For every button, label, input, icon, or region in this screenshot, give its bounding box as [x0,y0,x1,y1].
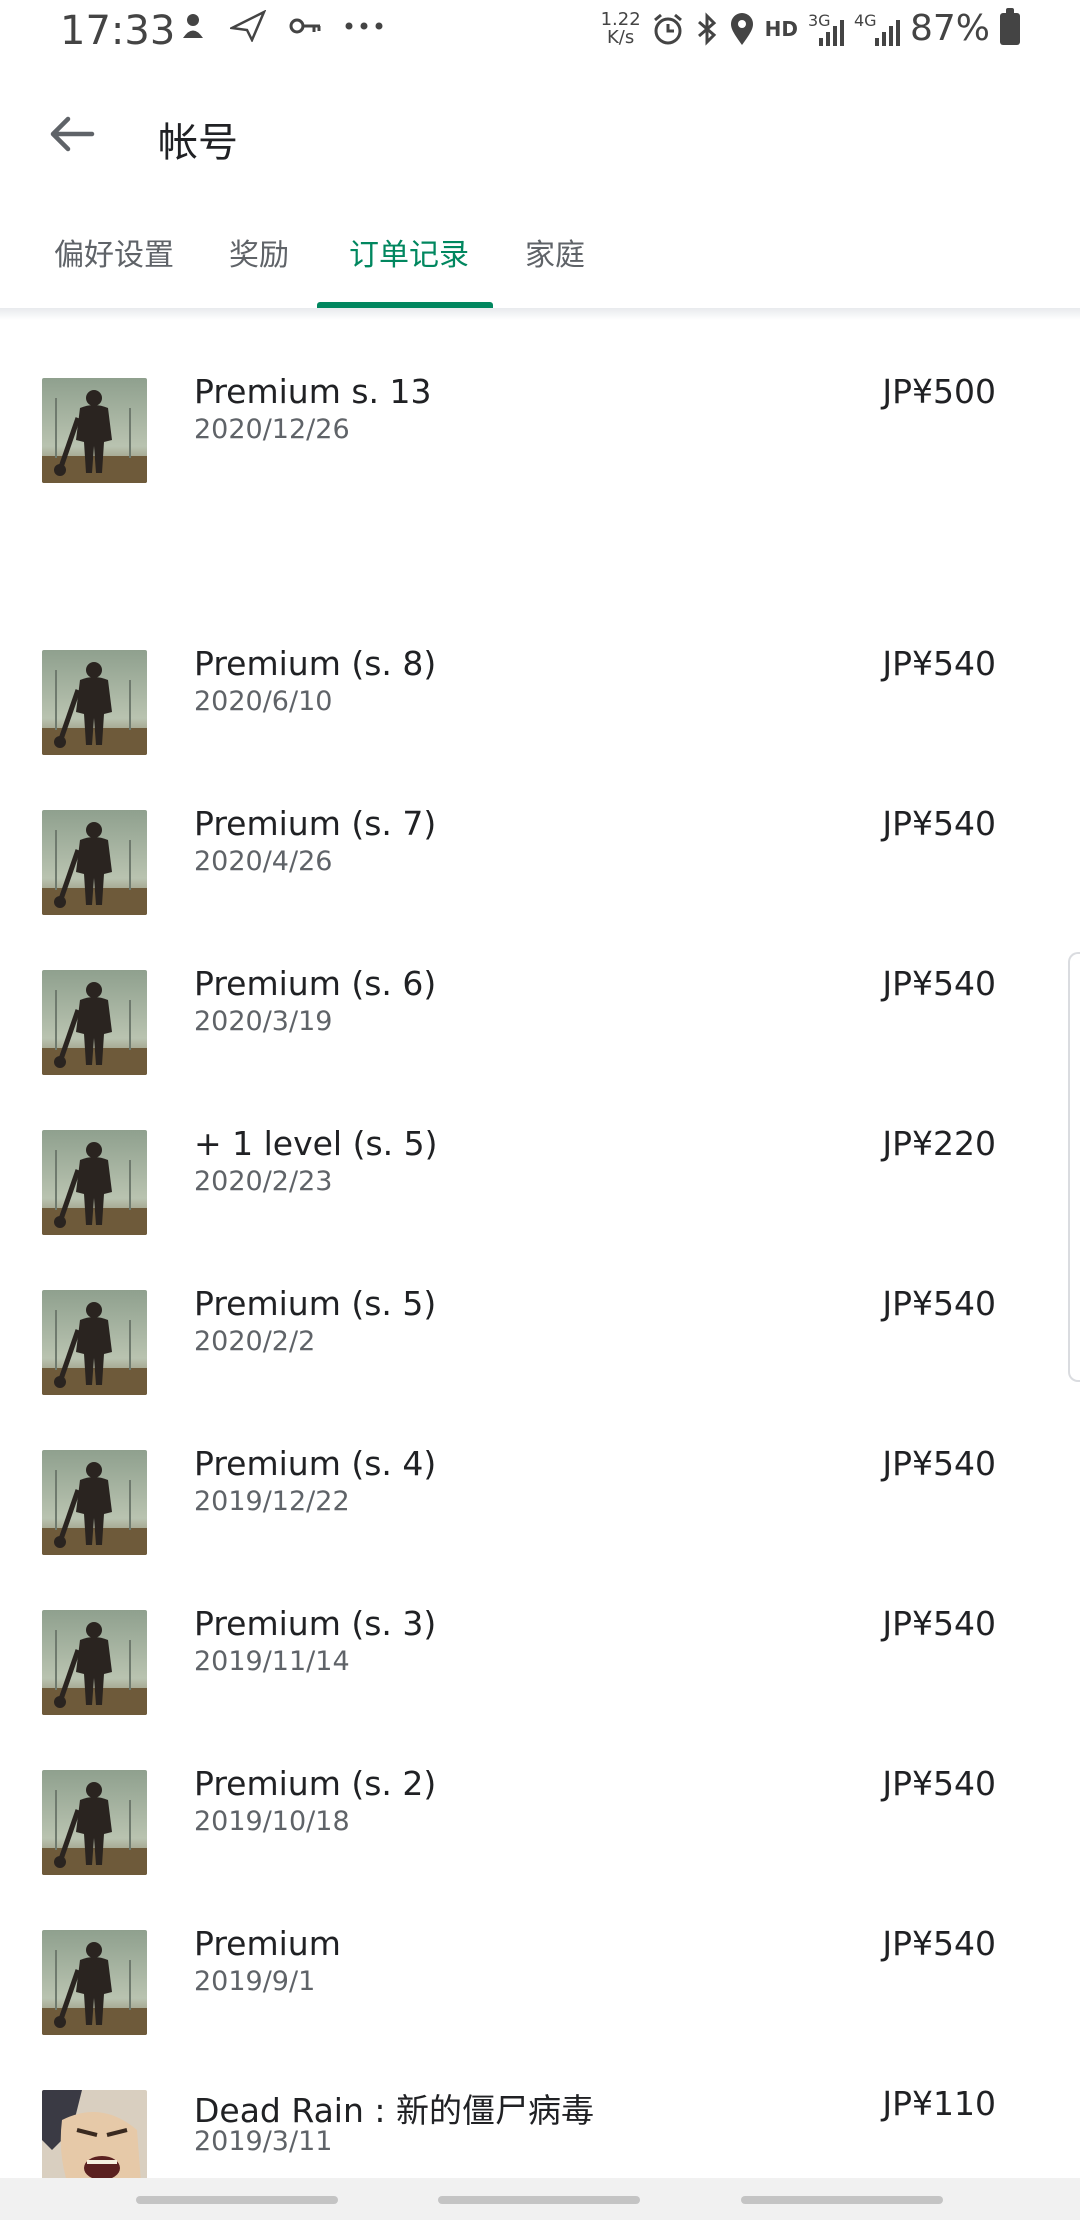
status-bar: 17:33 1.22 K/s HD 3G 4G 87% [0,0,1080,64]
location-icon [730,12,753,45]
order-date: 2019/10/18 [194,1806,350,1837]
signal-4g: 4G [854,11,900,46]
order-price: JP¥540 [882,1924,996,1963]
order-date: 2019/9/1 [194,1966,316,1997]
hd-indicator: HD [764,16,798,41]
order-row[interactable]: Premium (s. 3) 2019/11/14 JP¥540 [0,1594,1080,1734]
order-row[interactable]: Premium (s. 5) 2020/2/2 JP¥540 [0,1274,1080,1414]
battery-percent: 87% [909,8,990,49]
navigation-bar [0,2178,1080,2220]
app-bar: 帐号 [0,80,1080,190]
nav-back-button[interactable] [741,2196,943,2204]
order-row[interactable]: Premium (s. 4) 2019/12/22 JP¥540 [0,1434,1080,1574]
signal-3g: 3G [808,11,844,46]
order-item-name: Premium (s. 4) [194,1444,437,1483]
order-date: 2020/6/10 [194,686,333,717]
order-item-name: Premium (s. 8) [194,644,437,683]
status-time: 17:33 [60,8,176,54]
order-item-name: Premium (s. 3) [194,1604,437,1643]
order-price: JP¥110 [882,2084,996,2123]
order-date: 2019/3/11 [194,2126,333,2157]
order-row[interactable]: Premium 2019/9/1 JP¥540 [0,1914,1080,2054]
arrow-back-icon[interactable] [40,102,104,166]
key-icon [289,18,321,34]
game-app-icon [42,810,147,915]
order-row[interactable]: Premium (s. 6) 2020/3/19 JP¥540 [0,954,1080,1094]
game-app-icon [42,1770,147,1875]
page-title: 帐号 [158,120,238,166]
order-row[interactable]: Premium (s. 7) 2020/4/26 JP¥540 [0,794,1080,934]
nav-recent-button[interactable] [136,2196,338,2204]
order-price: JP¥540 [882,1444,996,1483]
order-date: 2020/12/26 [194,414,350,445]
order-date: 2020/3/19 [194,1006,333,1037]
game-icon [183,14,203,38]
order-item-name: Premium (s. 2) [194,1764,437,1803]
scroll-indicator[interactable] [1068,952,1080,1382]
notification-icons [178,10,384,42]
tab-order-history[interactable]: 订单记录 [349,230,469,274]
game-app-icon [42,1610,147,1715]
nav-home-button[interactable] [438,2196,640,2204]
game-app-icon [42,1290,147,1395]
game-app-icon [42,378,147,483]
tab-preferences[interactable]: 偏好设置 [54,230,174,274]
game-app-icon [42,650,147,755]
order-price: JP¥220 [882,1124,996,1163]
order-date: 2020/2/23 [194,1166,333,1197]
more-icon [345,22,383,30]
tab-bar: 偏好设置 奖励 订单记录 家庭 [0,230,1080,310]
game-app-icon [42,1450,147,1555]
order-date: 2019/12/22 [194,1486,350,1517]
order-item-name: Premium (s. 7) [194,804,437,843]
order-row[interactable]: Premium s. 13 2020/12/26 JP¥500 [0,362,1080,502]
order-price: JP¥540 [882,1764,996,1803]
order-date: 2020/4/26 [194,846,333,877]
tab-rewards[interactable]: 奖励 [229,230,289,274]
order-date: 2019/11/14 [194,1646,350,1677]
alarm-icon [653,13,682,44]
network-speed: 1.22 K/s [600,8,641,48]
send-icon [230,10,266,42]
order-row[interactable]: + 1 level (s. 5) 2020/2/23 JP¥220 [0,1114,1080,1254]
order-item-name: Premium (s. 5) [194,1284,437,1323]
bluetooth-icon [697,11,716,46]
order-item-name: + 1 level (s. 5) [194,1124,438,1163]
order-price: JP¥540 [882,644,996,683]
game-app-icon [42,1930,147,2035]
order-price: JP¥500 [882,372,996,411]
game-app-icon [42,970,147,1075]
system-indicators: 1.22 K/s HD 3G 4G 87% [600,7,1020,49]
game-app-icon [42,1130,147,1235]
order-price: JP¥540 [882,1284,996,1323]
order-price: JP¥540 [882,964,996,1003]
battery-icon [1000,7,1020,45]
order-row[interactable]: Premium (s. 8) 2020/6/10 JP¥540 [0,634,1080,774]
order-date: 2020/2/2 [194,1326,316,1357]
tab-family[interactable]: 家庭 [525,230,585,274]
tabs-divider [0,308,1080,320]
order-item-name: Dead Rain : 新的僵尸病毒 [194,2091,594,2130]
order-row[interactable]: Premium (s. 2) 2019/10/18 JP¥540 [0,1754,1080,1894]
order-item-name: Premium [194,1924,341,1963]
order-item-name: Premium s. 13 [194,372,432,411]
order-price: JP¥540 [882,1604,996,1643]
order-item-name: Premium (s. 6) [194,964,437,1003]
order-price: JP¥540 [882,804,996,843]
